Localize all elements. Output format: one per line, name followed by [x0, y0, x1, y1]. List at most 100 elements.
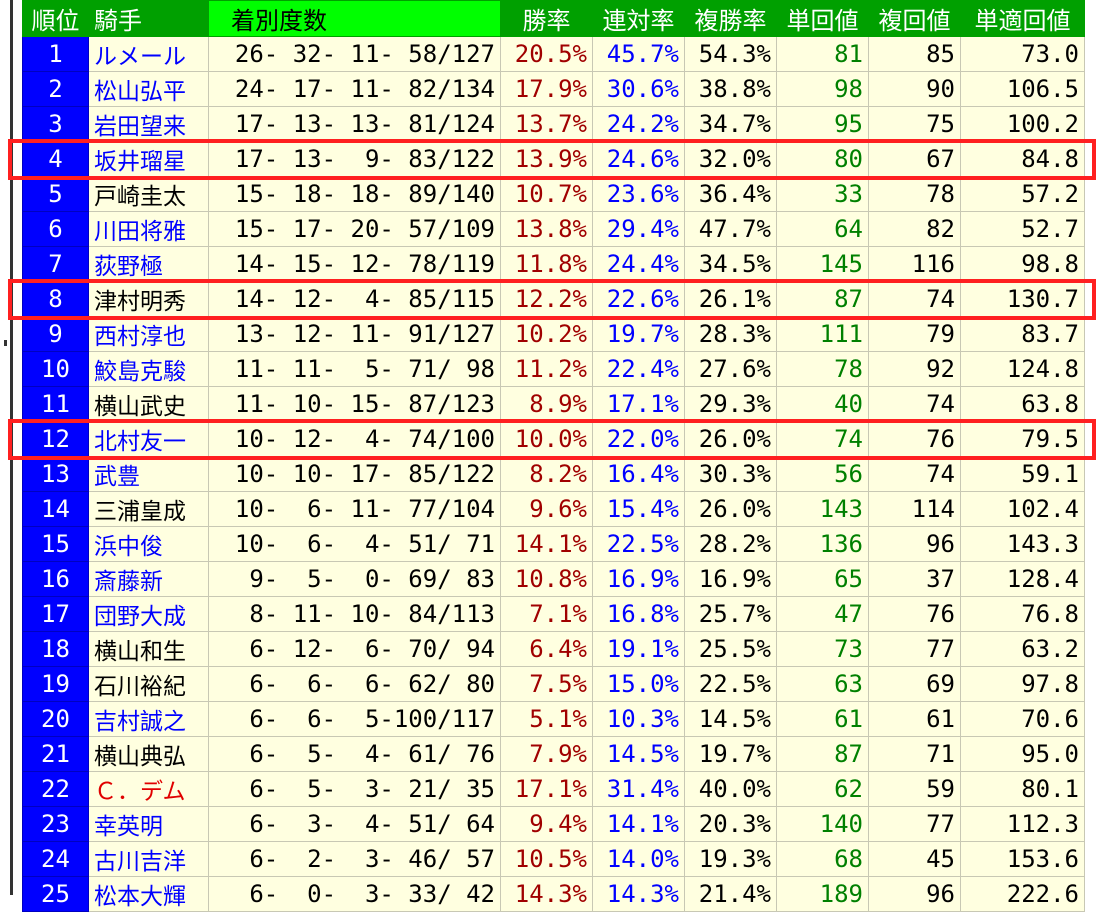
- jockey-name[interactable]: 横山典弘: [88, 736, 209, 772]
- table-row[interactable]: 2 松山弘平 24- 17- 11- 82/134 17.9% 30.6% 38.8% 98…: [22, 71, 1085, 107]
- quinella-rate-cell: 22.5%: [592, 526, 685, 562]
- header-adj-win-return[interactable]: 単適回値: [960, 0, 1085, 37]
- rank-cell: 25: [22, 876, 89, 912]
- show-rate-cell: 26.0%: [684, 491, 777, 527]
- table-row[interactable]: 17 団野大成 8- 11- 10- 84/113 7.1% 16.8% 25.7% 47…: [22, 596, 1085, 632]
- jockey-name[interactable]: 武豊: [88, 456, 209, 492]
- jockey-name[interactable]: 三浦皇成: [88, 491, 209, 527]
- table-row[interactable]: 7 荻野極 14- 15- 12- 78/119 11.8% 24.4% 34.5% 145…: [22, 246, 1085, 282]
- show-return-cell: 96: [868, 526, 961, 562]
- jockey-name[interactable]: 団野大成: [88, 596, 209, 632]
- quinella-rate-cell: 14.5%: [592, 736, 685, 772]
- rank-cell: 12: [22, 421, 89, 457]
- jockey-name[interactable]: 松本大輝: [88, 876, 209, 912]
- table-row[interactable]: 1 ルメール 26- 32- 11- 58/127 20.5% 45.7% 54.3% 81…: [22, 36, 1085, 72]
- jockey-name[interactable]: 幸英明: [88, 806, 209, 842]
- table-row[interactable]: 16 斎藤新 9- 5- 0- 69/ 83 10.8% 16.9% 16.9% 65 37…: [22, 561, 1085, 597]
- quinella-rate-cell: 14.1%: [592, 806, 685, 842]
- header-record[interactable]: 着別度数: [208, 0, 501, 37]
- table-row[interactable]: 15 浜中俊 10- 6- 4- 51/ 71 14.1% 22.5% 28.2% 136 9…: [22, 526, 1085, 562]
- header-win-return[interactable]: 単回値: [776, 0, 869, 37]
- jockey-name[interactable]: 横山和生: [88, 631, 209, 667]
- adj-win-return-cell: 222.6: [960, 876, 1085, 912]
- record-cell: 10- 10- 17- 85/122: [208, 456, 501, 492]
- header-quinella-rate[interactable]: 連対率: [592, 0, 685, 37]
- win-return-cell: 78: [776, 351, 869, 387]
- jockey-name[interactable]: 古川吉洋: [88, 841, 209, 877]
- record-cell: 15- 17- 20- 57/109: [208, 211, 501, 247]
- jockey-name[interactable]: 石川裕紀: [88, 666, 209, 702]
- table-row[interactable]: 25 松本大輝 6- 0- 3- 33/ 42 14.3% 14.3% 21.4% 189…: [22, 876, 1085, 912]
- table-row[interactable]: 11 横山武史 11- 10- 15- 87/123 8.9% 17.1% 29.3% 40…: [22, 386, 1085, 422]
- table-row[interactable]: 23 幸英明 6- 3- 4- 51/ 64 9.4% 14.1% 20.3% 140 77…: [22, 806, 1085, 842]
- win-rate-cell: 11.2%: [500, 351, 593, 387]
- show-rate-cell: 26.1%: [684, 281, 777, 317]
- quinella-rate-cell: 15.0%: [592, 666, 685, 702]
- show-return-cell: 76: [868, 421, 961, 457]
- jockey-name[interactable]: 吉村誠之: [88, 701, 209, 737]
- table-row[interactable]: 14 三浦皇成 10- 6- 11- 77/104 9.6% 15.4% 26.0% 143…: [22, 491, 1085, 527]
- adj-win-return-cell: 83.7: [960, 316, 1085, 352]
- table-row[interactable]: 13 武豊 10- 10- 17- 85/122 8.2% 16.4% 30.3% 56 74…: [22, 456, 1085, 492]
- table-row[interactable]: 6 川田将雅 15- 17- 20- 57/109 13.8% 29.4% 47.7% 64…: [22, 211, 1085, 247]
- show-return-cell: 59: [868, 771, 961, 807]
- quinella-rate-cell: 30.6%: [592, 71, 685, 107]
- jockey-name[interactable]: 坂井瑠星: [88, 141, 209, 177]
- rank-cell: 18: [22, 631, 89, 667]
- jockey-name[interactable]: 川田将雅: [88, 211, 209, 247]
- show-return-cell: 77: [868, 631, 961, 667]
- win-return-cell: 98: [776, 71, 869, 107]
- rank-cell: 16: [22, 561, 89, 597]
- header-show-rate[interactable]: 複勝率: [684, 0, 777, 37]
- jockey-name[interactable]: ルメール: [88, 36, 209, 72]
- jockey-name[interactable]: 戸崎圭太: [88, 176, 209, 212]
- record-cell: 24- 17- 11- 82/134: [208, 71, 501, 107]
- quinella-rate-cell: 14.3%: [592, 876, 685, 912]
- quinella-rate-cell: 22.6%: [592, 281, 685, 317]
- table-row[interactable]: 19 石川裕紀 6- 6- 6- 62/ 80 7.5% 15.0% 22.5% 63 69…: [22, 666, 1085, 702]
- table-row[interactable]: 10 鮫島克駿 11- 11- 5- 71/ 98 11.2% 22.4% 27.6% 78…: [22, 351, 1085, 387]
- table-row[interactable]: 22 Ｃ．デム 6- 5- 3- 21/ 35 17.1% 31.4% 40.0% 62 5…: [22, 771, 1085, 807]
- show-return-cell: 76: [868, 596, 961, 632]
- jockey-name[interactable]: 津村明秀: [88, 281, 209, 317]
- quinella-rate-cell: 15.4%: [592, 491, 685, 527]
- show-return-cell: 69: [868, 666, 961, 702]
- table-row[interactable]: 24 古川吉洋 6- 2- 3- 46/ 57 10.5% 14.0% 19.3% 68 4…: [22, 841, 1085, 877]
- header-win-rate[interactable]: 勝率: [500, 0, 593, 37]
- jockey-name[interactable]: 西村淳也: [88, 316, 209, 352]
- table-row[interactable]: 20 吉村誠之 6- 6- 5-100/117 5.1% 10.3% 14.5% 61 61…: [22, 701, 1085, 737]
- win-return-cell: 33: [776, 176, 869, 212]
- record-cell: 10- 6- 4- 51/ 71: [208, 526, 501, 562]
- table-row[interactable]: 9 西村淳也 13- 12- 11- 91/127 10.2% 19.7% 28.3% 11…: [22, 316, 1085, 352]
- rank-cell: 13: [22, 456, 89, 492]
- table-row[interactable]: 18 横山和生 6- 12- 6- 70/ 94 6.4% 19.1% 25.5% 73 7…: [22, 631, 1085, 667]
- show-return-cell: 74: [868, 456, 961, 492]
- jockey-name[interactable]: 北村友一: [88, 421, 209, 457]
- jockey-name[interactable]: 横山武史: [88, 386, 209, 422]
- record-cell: 17- 13- 13- 81/124: [208, 106, 501, 142]
- frame-divider: [10, 0, 13, 895]
- rank-cell: 3: [22, 106, 89, 142]
- win-rate-cell: 13.7%: [500, 106, 593, 142]
- header-rank[interactable]: 順位: [22, 0, 89, 37]
- jockey-name[interactable]: 浜中俊: [88, 526, 209, 562]
- header-jockey[interactable]: 騎手: [88, 0, 209, 37]
- table-row[interactable]: 3 岩田望来 17- 13- 13- 81/124 13.7% 24.2% 34.7% 95…: [22, 106, 1085, 142]
- show-return-cell: 37: [868, 561, 961, 597]
- jockey-name[interactable]: 岩田望来: [88, 106, 209, 142]
- record-cell: 13- 12- 11- 91/127: [208, 316, 501, 352]
- table-row[interactable]: 4 坂井瑠星 17- 13- 9- 83/122 13.9% 24.6% 32.0% 80 6…: [22, 141, 1085, 177]
- jockey-name[interactable]: 斎藤新: [88, 561, 209, 597]
- table-row[interactable]: 8 津村明秀 14- 12- 4- 85/115 12.2% 22.6% 26.1% 87 7…: [22, 281, 1085, 317]
- jockey-name[interactable]: 鮫島克駿: [88, 351, 209, 387]
- jockey-name[interactable]: Ｃ．デム: [88, 771, 209, 807]
- quinella-rate-cell: 24.6%: [592, 141, 685, 177]
- header-show-return[interactable]: 複回値: [868, 0, 961, 37]
- jockey-name[interactable]: 荻野極: [88, 246, 209, 282]
- jockey-name[interactable]: 松山弘平: [88, 71, 209, 107]
- table-row[interactable]: 5 戸崎圭太 15- 18- 18- 89/140 10.7% 23.6% 36.4% 33…: [22, 176, 1085, 212]
- table-row[interactable]: 12 北村友一 10- 12- 4- 74/100 10.0% 22.0% 26.0% 74…: [22, 421, 1085, 457]
- table-row[interactable]: 21 横山典弘 6- 5- 4- 61/ 76 7.9% 14.5% 19.7% 87 71…: [22, 736, 1085, 772]
- quinella-rate-cell: 23.6%: [592, 176, 685, 212]
- quinella-rate-cell: 14.0%: [592, 841, 685, 877]
